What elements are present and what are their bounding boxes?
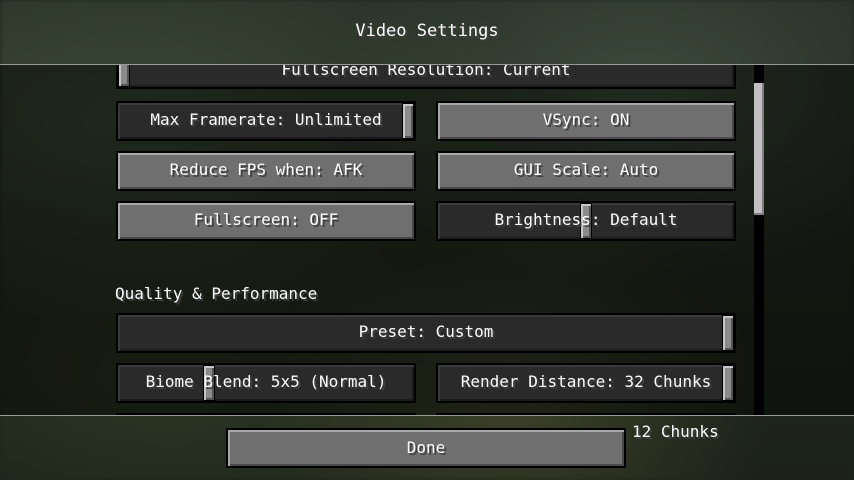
gui-scale-button[interactable]: GUI Scale: Auto — [436, 151, 736, 191]
max-framerate-label: Max Framerate: Unlimited — [150, 110, 382, 129]
page-title: Video Settings — [355, 21, 499, 41]
max-framerate-slider[interactable]: Max Framerate: Unlimited — [116, 101, 416, 141]
slider-knob[interactable] — [402, 103, 414, 139]
brightness-slider[interactable]: Brightness: Default — [436, 201, 736, 241]
options-list[interactable]: Fullscreen Resolution: Current Max Frame… — [0, 64, 854, 416]
slider-knob[interactable] — [722, 315, 734, 351]
render-distance-label: Render Distance: 32 Chunks — [460, 372, 712, 391]
fullscreen-resolution-label: Fullscreen Resolution: Current — [281, 64, 571, 79]
fullscreen-resolution-slider[interactable]: Fullscreen Resolution: Current — [116, 64, 736, 89]
simulation-distance-value: 12 Chunks — [632, 422, 719, 441]
slider-knob[interactable] — [722, 365, 734, 401]
brightness-label: Brightness: Default — [494, 210, 678, 229]
preset-label: Preset: Custom — [358, 322, 494, 341]
partial-row-right[interactable] — [436, 413, 736, 415]
biome-blend-label: Biome Blend: 5x5 (Normal) — [145, 372, 387, 391]
scrollbar-thumb[interactable] — [754, 83, 764, 215]
reduce-fps-button[interactable]: Reduce FPS when: AFK — [116, 151, 416, 191]
fullscreen-button[interactable]: Fullscreen: OFF — [116, 201, 416, 241]
partial-row-left[interactable] — [116, 413, 416, 415]
done-button[interactable]: Done — [226, 428, 626, 468]
biome-blend-slider[interactable]: Biome Blend: 5x5 (Normal) — [116, 363, 416, 403]
vsync-button[interactable]: VSync: ON — [436, 101, 736, 141]
render-distance-slider[interactable]: Render Distance: 32 Chunks — [436, 363, 736, 403]
preset-slider[interactable]: Preset: Custom — [116, 313, 736, 353]
section-header-quality: Quality & Performance — [115, 284, 318, 303]
slider-knob[interactable] — [118, 65, 130, 87]
